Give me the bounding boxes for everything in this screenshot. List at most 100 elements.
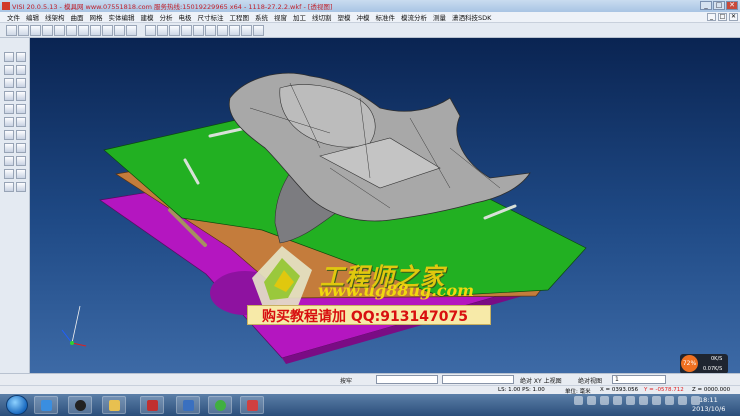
point-icon[interactable]	[4, 52, 14, 62]
taskbar-app-green[interactable]	[208, 396, 232, 414]
visi-app-icon	[2, 2, 10, 10]
tray-icon-1[interactable]	[574, 396, 583, 405]
zoom-all-icon[interactable]	[157, 24, 168, 36]
taskbar-visi[interactable]	[176, 396, 200, 414]
rotate-view-icon[interactable]	[193, 24, 204, 36]
command-input[interactable]	[376, 375, 438, 384]
menu-stamping-die[interactable]: 冲模	[354, 12, 373, 22]
close-button[interactable]: ✕	[726, 1, 738, 10]
arrow-right-icon[interactable]	[16, 182, 26, 192]
menu-analysis[interactable]: 分析	[157, 12, 176, 22]
tray-icon-7[interactable]	[652, 396, 661, 405]
tray-icon-5[interactable]	[626, 396, 635, 405]
red-app-icon	[247, 400, 258, 411]
tray-icon-3[interactable]	[600, 396, 609, 405]
menu-mesh[interactable]: 网格	[87, 12, 106, 22]
boolean-icon[interactable]	[4, 130, 14, 140]
tray-icon-4[interactable]	[613, 396, 622, 405]
menu-modeling[interactable]: 建模	[138, 12, 157, 22]
arc-icon[interactable]	[4, 78, 14, 88]
menu-standard-parts[interactable]: 标准件	[373, 12, 399, 22]
mdi-close-button[interactable]: ✕	[729, 13, 738, 21]
array-icon[interactable]	[16, 156, 26, 166]
command-dropdown[interactable]	[442, 375, 514, 384]
menu-solid-edit[interactable]: 实体编辑	[106, 12, 138, 22]
save-icon[interactable]	[42, 24, 53, 36]
menu-drawing[interactable]: 工程图	[227, 12, 253, 22]
clock-time[interactable]: 18:11	[699, 396, 718, 404]
fillet-icon[interactable]	[4, 91, 14, 101]
network-upload: 0K/S	[711, 356, 723, 362]
shaded-view-icon[interactable]	[217, 24, 228, 36]
view-number-field[interactable]	[612, 375, 666, 384]
menu-mold-flow[interactable]: 模流分析	[398, 12, 430, 22]
measure-icon[interactable]	[4, 143, 14, 153]
clock-date[interactable]: 2013/10/6	[692, 405, 725, 413]
menu-measure[interactable]: 测量	[430, 12, 449, 22]
view-label: 绝对视图	[578, 378, 603, 385]
cut-icon[interactable]	[90, 24, 101, 36]
start-button[interactable]	[6, 395, 28, 415]
maximize-button[interactable]: □	[713, 1, 725, 10]
new-file-icon[interactable]	[6, 24, 17, 36]
delete-icon[interactable]	[4, 169, 14, 179]
zoom-in-icon[interactable]	[169, 24, 180, 36]
redo-icon[interactable]	[78, 24, 89, 36]
menu-sdk[interactable]: 潇洒科技SDK	[449, 12, 494, 22]
status-button[interactable]: 按牢	[340, 376, 352, 385]
wireframe-view-icon[interactable]	[229, 24, 240, 36]
trim-icon[interactable]	[16, 91, 26, 101]
settings-icon[interactable]	[16, 169, 26, 179]
menu-electrode[interactable]: 电极	[176, 12, 195, 22]
tray-icon-2[interactable]	[587, 396, 596, 405]
open-file-icon[interactable]	[18, 24, 29, 36]
menu-machining[interactable]: 加工	[290, 12, 309, 22]
menu-dimension[interactable]: 尺寸标注	[195, 12, 227, 22]
zoom-out-icon[interactable]	[181, 24, 192, 36]
hidden-line-icon[interactable]	[241, 24, 252, 36]
title-bar: VISI 20.0.5.13 - 模具网 www.07551818.com 服务…	[0, 0, 740, 12]
axis-triad	[61, 305, 87, 347]
taskbar-app-red[interactable]	[240, 396, 264, 414]
menu-plastic-mold[interactable]: 塑模	[335, 12, 354, 22]
box-icon[interactable]	[4, 117, 14, 127]
taskbar-media[interactable]	[140, 396, 164, 414]
copy-icon[interactable]	[102, 24, 113, 36]
arrow-left-icon[interactable]	[4, 182, 14, 192]
zoom-window-icon[interactable]	[145, 24, 156, 36]
layer-icon[interactable]	[253, 24, 264, 36]
rectangle-icon[interactable]	[4, 65, 14, 75]
tray-icon-9[interactable]	[678, 396, 687, 405]
menu-view[interactable]: 视窗	[271, 12, 290, 22]
extrude-icon[interactable]	[4, 104, 14, 114]
paste-icon[interactable]	[114, 24, 125, 36]
transform-icon[interactable]	[16, 143, 26, 153]
open-folder-icon[interactable]	[30, 24, 41, 36]
cylinder-icon[interactable]	[16, 117, 26, 127]
mdi-restore-button[interactable]: □	[718, 13, 727, 21]
menu-file[interactable]: 文件	[4, 12, 23, 22]
mirror-icon[interactable]	[4, 156, 14, 166]
menu-wire-cut[interactable]: 线切割	[309, 12, 335, 22]
revolve-icon[interactable]	[16, 104, 26, 114]
menu-wireframe[interactable]: 线架构	[42, 12, 68, 22]
tray-icon-8[interactable]	[665, 396, 674, 405]
undo-icon[interactable]	[66, 24, 77, 36]
circle-icon[interactable]	[16, 65, 26, 75]
line-icon[interactable]	[16, 52, 26, 62]
tray-icon-6[interactable]	[639, 396, 648, 405]
taskbar-explorer[interactable]	[102, 396, 126, 414]
shell-icon[interactable]	[16, 130, 26, 140]
taskbar-qq[interactable]	[68, 396, 92, 414]
menu-edit[interactable]: 编辑	[23, 12, 42, 22]
spline-icon[interactable]	[16, 78, 26, 88]
window-title: VISI 20.0.5.13 - 模具网 www.07551818.com 服务…	[12, 3, 333, 11]
menu-surface[interactable]: 曲面	[68, 12, 87, 22]
pan-view-icon[interactable]	[205, 24, 216, 36]
taskbar-ie[interactable]	[34, 396, 58, 414]
print-icon[interactable]	[54, 24, 65, 36]
menu-system[interactable]: 系统	[252, 12, 271, 22]
mdi-minimize-button[interactable]: _	[707, 13, 716, 21]
help-icon[interactable]	[126, 24, 137, 36]
minimize-button[interactable]: _	[700, 1, 712, 10]
